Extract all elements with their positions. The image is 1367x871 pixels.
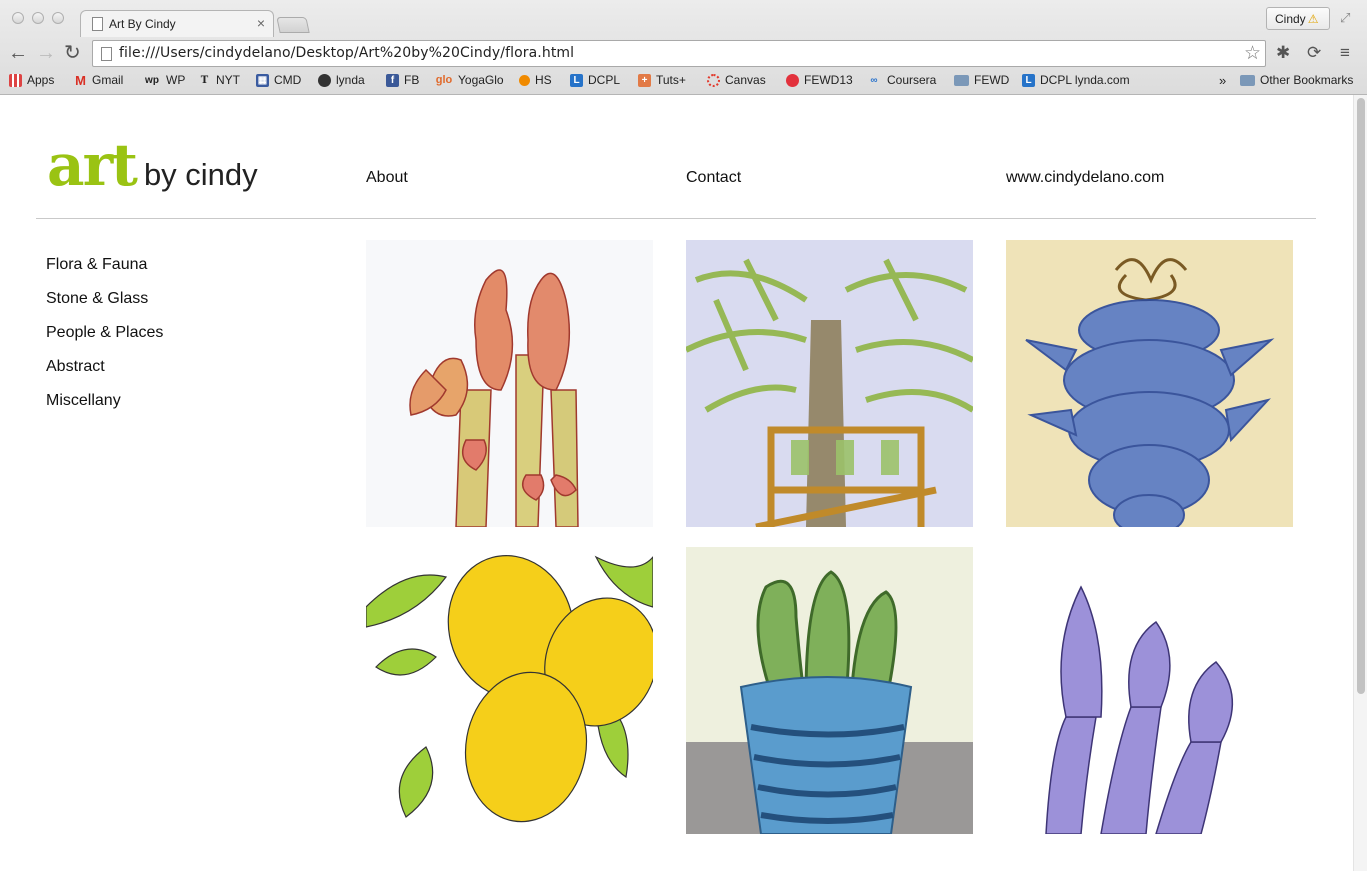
bookmark-gmail[interactable]: M Gmail [74,73,123,87]
facebook-icon: f [386,73,399,87]
nyt-icon: T [200,74,209,86]
browser-chrome: Art By Cindy × Cindy ⚠ ⤢ ← → ↻ file:///Us… [0,0,1367,95]
url-text: file:///Users/cindydelano/Desktop/Art%20… [119,45,575,61]
dcpl-lynda-icon: L [1022,73,1035,87]
profile-name: Cindy [1275,12,1306,26]
back-icon[interactable]: ← [8,41,28,65]
bookmark-star-icon[interactable]: ☆ [1244,42,1261,65]
gallery-image-tree-bench[interactable] [686,240,973,527]
minimize-window-button[interactable] [32,12,44,24]
sidenav-stone-glass[interactable]: Stone & Glass [46,290,148,308]
page-icon [92,17,103,31]
bookmark-fewd13[interactable]: FEWD13 [786,73,853,87]
fewd13-icon [786,73,799,87]
tab-close-icon[interactable]: × [257,15,265,31]
bookmark-nyt[interactable]: T NYT [198,73,240,87]
nav-contact[interactable]: Contact [686,169,741,187]
forward-icon[interactable]: → [36,41,56,65]
bookmark-apps[interactable]: Apps [9,73,54,87]
new-tab-button[interactable] [276,17,310,33]
washington-post-icon: wp [145,74,159,86]
page-icon [101,47,112,61]
zoom-window-button[interactable] [52,12,64,24]
lynda-icon [318,73,331,87]
sidenav-people-places[interactable]: People & Places [46,324,163,342]
canvas-icon [707,73,720,87]
vertical-scrollbar[interactable] [1353,95,1367,871]
fullscreen-icon[interactable]: ⤢ [1340,10,1350,26]
gallery-image-lemons[interactable] [366,547,653,834]
yogaglo-icon: glo [435,73,453,86]
sidenav-abstract[interactable]: Abstract [46,358,105,376]
page-content: art by cindy About Contact www.cindydelan… [0,95,1353,871]
hs-dot-icon [519,74,530,86]
sync-extension-icon[interactable]: ⟳ [1307,43,1321,63]
gallery-image-cactus-pot[interactable] [686,547,973,834]
bookmarks-bar: Apps M Gmail wp WP T NYT ▦ CMD lynda f FB glo… [0,70,1367,94]
bookmark-dcpl-lynda[interactable]: L DCPL lynda.com [1022,73,1130,87]
calendar-grid-icon: ▦ [256,73,269,87]
title-bar: Art By Cindy × Cindy ⚠ ⤢ [0,0,1367,37]
nav-about[interactable]: About [366,169,408,187]
gallery-image-asparagus-red[interactable] [366,240,653,527]
bookmark-coursera[interactable]: ∞ Coursera [866,73,936,87]
bookmark-fb[interactable]: f FB [386,73,419,87]
warning-icon: ⚠ [1307,12,1319,26]
gallery-image-blue-ristra[interactable] [1006,240,1293,527]
gallery-image-asparagus-purple[interactable] [1006,547,1293,834]
coursera-icon: ∞ [870,74,878,86]
nav-website[interactable]: www.cindydelano.com [1006,169,1164,187]
sidenav-miscellany[interactable]: Miscellany [46,392,121,410]
bookmark-tuts[interactable]: + Tuts+ [638,73,686,87]
bookmark-dcpl[interactable]: L DCPL [570,73,620,87]
bookmark-canvas[interactable]: Canvas [707,73,766,87]
sidenav-flora-fauna[interactable]: Flora & Fauna [46,256,147,274]
other-bookmarks[interactable]: Other Bookmarks [1240,73,1353,87]
logo-by-cindy: by cindy [143,157,258,192]
folder-icon [954,74,969,86]
bookmark-hs[interactable]: HS [519,73,552,87]
bookmark-lynda[interactable]: lynda [318,73,365,87]
folder-icon [1240,74,1255,86]
bug-extension-icon[interactable]: ✱ [1276,43,1290,63]
bookmark-yogaglo[interactable]: glo YogaGlo [435,73,504,87]
bookmark-folder-fewd[interactable]: FEWD [954,73,1009,87]
tab-title: Art By Cindy [109,17,176,31]
tab-active[interactable]: Art By Cindy × [80,10,274,37]
bookmark-wp[interactable]: wp WP [143,73,185,87]
header-divider [36,218,1316,219]
apps-grid-icon [9,73,22,87]
browser-toolbar: ← → ↻ file:///Users/cindydelano/Desktop/… [0,38,1367,70]
scrollbar-thumb[interactable] [1357,98,1365,694]
dcpl-icon: L [570,73,583,87]
gmail-icon: M [75,72,86,88]
menu-icon[interactable]: ≡ [1340,43,1350,63]
site-logo[interactable]: art by cindy [47,131,258,199]
tuts-icon: + [638,73,651,87]
reload-icon[interactable]: ↻ [64,41,81,65]
bookmark-cmd[interactable]: ▦ CMD [256,73,301,87]
profile-button[interactable]: Cindy ⚠ [1266,7,1330,30]
logo-art: art [47,131,138,199]
close-window-button[interactable] [12,12,24,24]
bookmarks-overflow-icon[interactable]: » [1219,73,1226,88]
address-bar[interactable]: file:///Users/cindydelano/Desktop/Art%20… [92,40,1266,67]
